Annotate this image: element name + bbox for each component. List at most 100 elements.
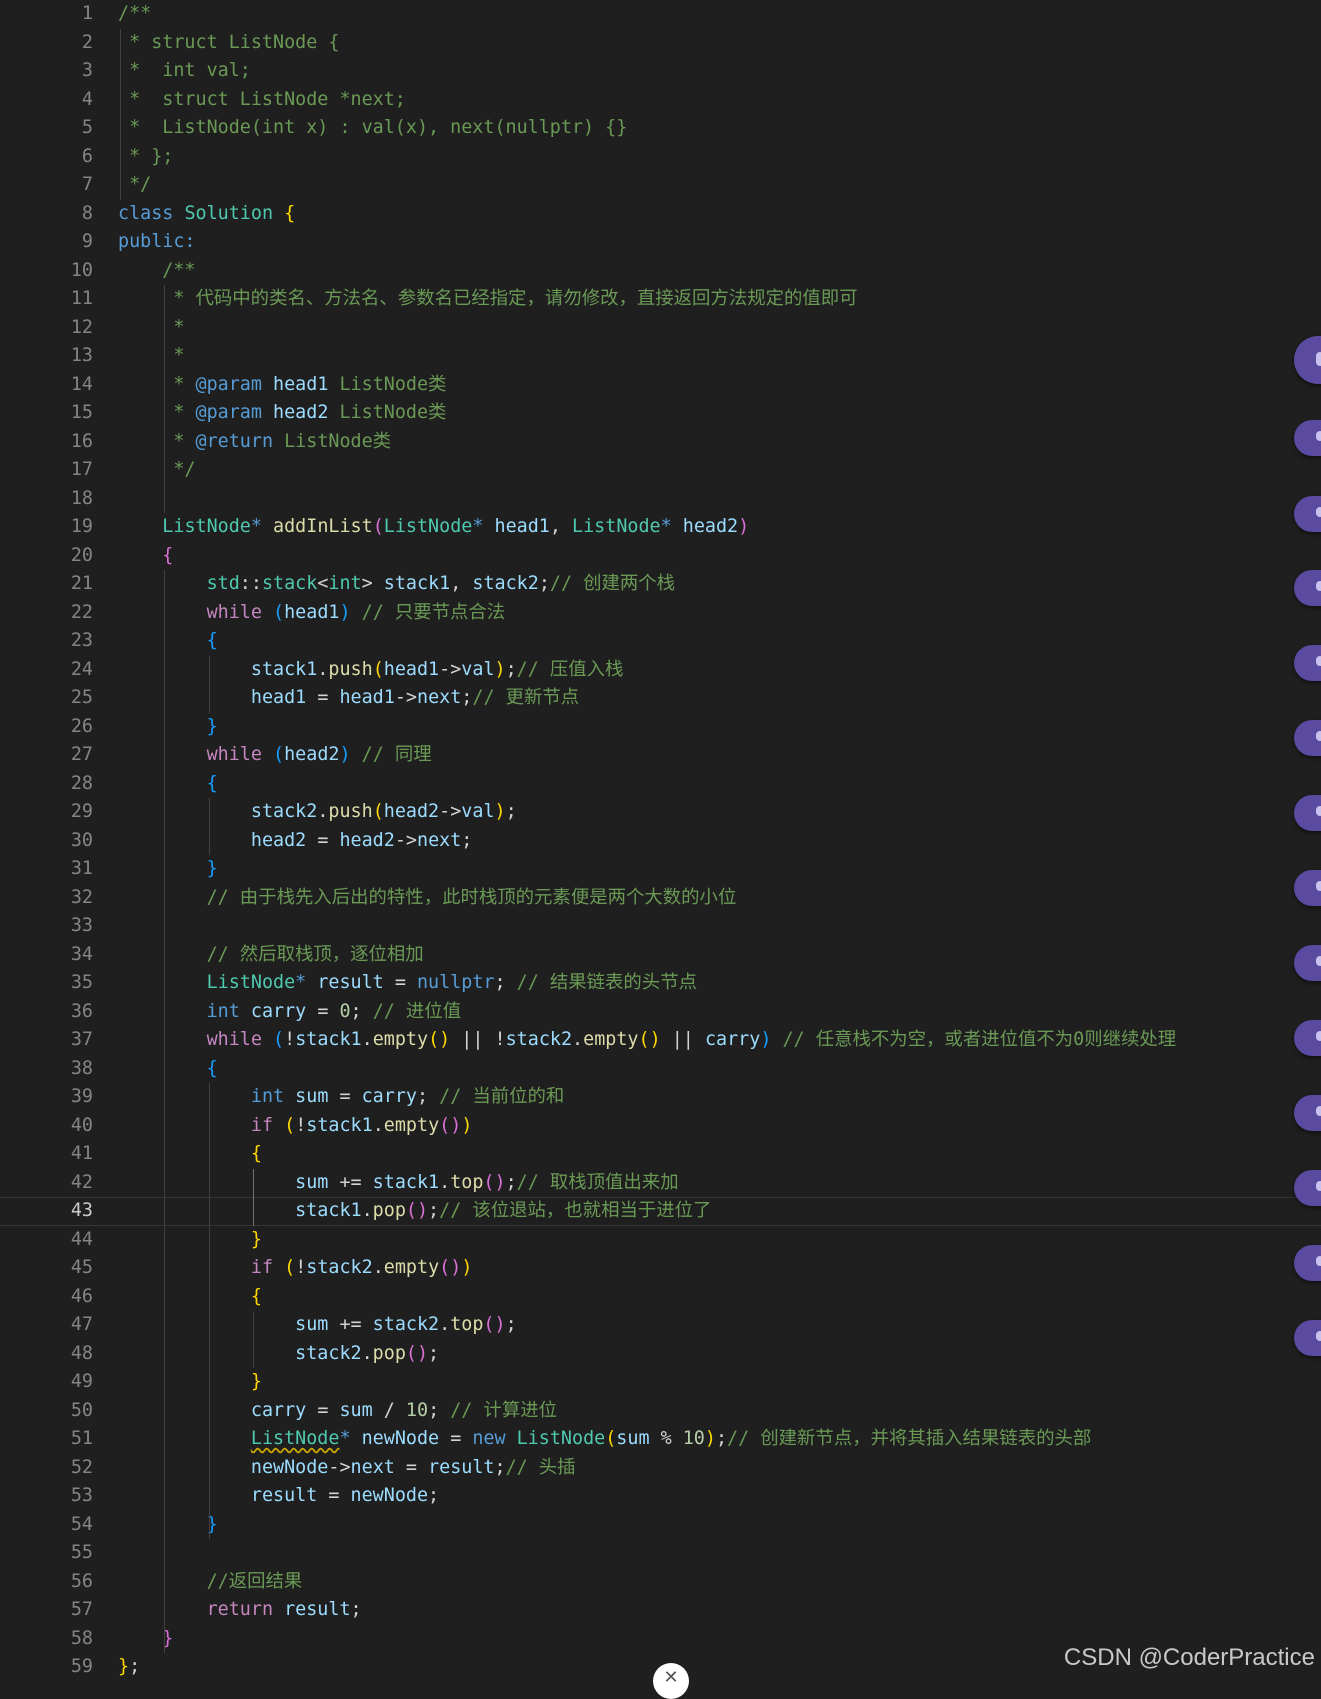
code-token: ;	[428, 1342, 440, 1364]
code-line[interactable]: 38 {	[0, 1055, 1321, 1084]
close-icon[interactable]: ✕	[653, 1663, 689, 1699]
code-line[interactable]: 8 class Solution {	[0, 200, 1321, 229]
code-line[interactable]: 2 * struct ListNode {	[0, 29, 1321, 58]
code-line[interactable]: 40 if (!stack1.empty())	[0, 1112, 1321, 1141]
code-line[interactable]: 37 while (!stack1.empty() || !stack2.emp…	[0, 1026, 1321, 1055]
code-line[interactable]: 6 * };	[0, 143, 1321, 172]
code-token: @param	[195, 402, 262, 423]
code-line[interactable]: 34 // 然后取栈顶，逐位相加	[0, 941, 1321, 970]
code-token: *	[472, 516, 495, 537]
code-editor[interactable]: 1/** 2 * struct ListNode {3 * int val; 4 *…	[0, 0, 1321, 1681]
code-line[interactable]: 41 {	[0, 1140, 1321, 1169]
code-line[interactable]: 27 while (head2) // 同理	[0, 741, 1321, 770]
code-token: newNode	[350, 1485, 429, 1506]
code-line[interactable]: 42 sum += stack1.top();// 取栈顶值出来加	[0, 1169, 1321, 1198]
code-line[interactable]: 23 {	[0, 627, 1321, 656]
code-line[interactable]: 14 * @param head1 ListNode类	[0, 371, 1321, 400]
code-line[interactable]: 21 std::stack<int> stack1, stack2;// 创建两…	[0, 570, 1321, 599]
code-token: head2	[284, 744, 340, 765]
code-line[interactable]: 43 stack1.pop();// 该位退站，也就相当于进位了	[0, 1197, 1321, 1226]
code-token: .	[439, 1314, 451, 1335]
code-token: {	[250, 1285, 262, 1307]
code-line[interactable]: 50 carry = sum / 10; // 计算进位	[0, 1397, 1321, 1426]
code-token: (	[372, 516, 384, 537]
code-line[interactable]: 10 /**	[0, 257, 1321, 286]
code-token: head1	[339, 687, 395, 708]
code-token: head2	[682, 516, 739, 537]
code-line[interactable]: 16 * @return ListNode类	[0, 428, 1321, 457]
code-token: ;	[505, 658, 517, 680]
code-text: // 由于栈先入后出的特性，此时栈顶的元素便是两个大数的小位	[118, 884, 737, 913]
code-line[interactable]: 56 //返回结果	[0, 1568, 1321, 1597]
code-line[interactable]: 19 ListNode* addInList(ListNode* head1, …	[0, 513, 1321, 542]
code-line[interactable]: 49 }	[0, 1368, 1321, 1397]
code-line[interactable]: 7 */	[0, 171, 1321, 200]
code-token: ListNode类	[273, 430, 392, 452]
code-token: top	[450, 1314, 484, 1335]
code-token: addInList	[273, 516, 373, 537]
code-line[interactable]: 48 stack2.pop();	[0, 1340, 1321, 1369]
code-token: pop	[372, 1342, 406, 1364]
code-token: =	[306, 1000, 340, 1022]
code-line[interactable]: 20 {	[0, 542, 1321, 571]
button-glyph	[1316, 352, 1321, 366]
code-line[interactable]: 30 head2 = head2->next;	[0, 827, 1321, 856]
code-line[interactable]: 15 * @param head2 ListNode类	[0, 399, 1321, 428]
code-line[interactable]: 3 * int val;	[0, 57, 1321, 86]
code-line[interactable]: 11 * 代码中的类名、方法名、参数名已经指定，请勿修改，直接返回方法规定的值即…	[0, 285, 1321, 314]
code-token: stack1	[383, 573, 451, 594]
indent-guide	[164, 570, 166, 1653]
code-token: val	[461, 658, 495, 680]
code-line[interactable]: 1 /**	[0, 0, 1321, 29]
line-number: 53	[70, 1485, 93, 1506]
code-line[interactable]: 18	[0, 485, 1321, 514]
code-token: carry	[704, 1029, 761, 1050]
code-line[interactable]: 45 if (!stack2.empty())	[0, 1254, 1321, 1283]
code-line[interactable]: 17 */	[0, 456, 1321, 485]
line-number: 45	[70, 1257, 93, 1278]
code-token: ()	[439, 1114, 462, 1136]
code-token: ->	[439, 801, 462, 822]
code-text: ListNode* addInList(ListNode* head1, Lis…	[118, 513, 749, 542]
code-token: // 头插	[505, 1456, 576, 1478]
code-line[interactable]: 22 while (head1) // 只要节点合法	[0, 599, 1321, 628]
code-token: ()	[405, 1200, 429, 1221]
code-line[interactable]: 25 head1 = head1->next;// 更新节点	[0, 684, 1321, 713]
code-line[interactable]: 32 // 由于栈先入后出的特性，此时栈顶的元素便是两个大数的小位	[0, 884, 1321, 913]
code-line[interactable]: 12 *	[0, 314, 1321, 343]
code-token: (	[605, 1428, 617, 1449]
code-line[interactable]: 54 }	[0, 1511, 1321, 1540]
code-token: )	[461, 1257, 473, 1278]
code-line[interactable]: 51 ListNode* newNode = new ListNode(sum …	[0, 1425, 1321, 1454]
code-line[interactable]: 47 sum += stack2.top();	[0, 1311, 1321, 1340]
code-line[interactable]: 44 }	[0, 1226, 1321, 1255]
code-line[interactable]: 52 newNode->next = result;// 头插	[0, 1454, 1321, 1483]
code-text: /**	[118, 257, 195, 286]
code-line[interactable]: 28 {	[0, 770, 1321, 799]
code-line[interactable]: 33	[0, 912, 1321, 941]
code-token: {	[206, 630, 218, 651]
code-line[interactable]: 31 }	[0, 855, 1321, 884]
code-line[interactable]: 24 stack1.push(head1->val);// 压值入栈	[0, 656, 1321, 685]
code-token: >	[361, 573, 384, 594]
code-line[interactable]: 57 return result;	[0, 1596, 1321, 1625]
code-line[interactable]: 13 *	[0, 342, 1321, 371]
code-line[interactable]: 36 int carry = 0; // 进位值	[0, 998, 1321, 1027]
code-line[interactable]: 5 * ListNode(int x) : val(x), next(nullp…	[0, 114, 1321, 143]
code-line[interactable]: 4 * struct ListNode *next;	[0, 86, 1321, 115]
line-number: 29	[70, 801, 93, 822]
code-token: }	[206, 715, 218, 737]
code-line[interactable]: 26 }	[0, 713, 1321, 742]
code-line[interactable]: 29 stack2.push(head2->val);	[0, 798, 1321, 827]
code-token: /	[372, 1399, 406, 1421]
code-line[interactable]: 39 int sum = carry; // 当前位的和	[0, 1083, 1321, 1112]
code-line[interactable]: 53 result = newNode;	[0, 1482, 1321, 1511]
code-line[interactable]: 55	[0, 1539, 1321, 1568]
code-token: *	[118, 402, 196, 423]
code-line[interactable]: 9 public:	[0, 228, 1321, 257]
code-line[interactable]: 35 ListNode* result = nullptr; // 结果链表的头…	[0, 969, 1321, 998]
code-line[interactable]: 46 {	[0, 1283, 1321, 1312]
code-token: ListNode	[162, 516, 251, 537]
